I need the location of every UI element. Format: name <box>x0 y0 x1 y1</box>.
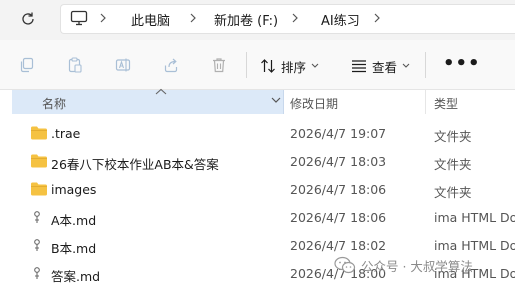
wechat-logo-icon <box>334 256 356 274</box>
file-modified: 2026/4/7 19:07 <box>290 126 387 141</box>
column-modified-label[interactable]: 修改日期 <box>290 95 338 112</box>
sort-menu[interactable]: 排序 <box>260 56 319 76</box>
chevron-right-icon <box>370 9 384 27</box>
file-name: .trae <box>51 126 81 141</box>
view-label: 查看 <box>372 59 398 75</box>
file-type: 文件夹 <box>434 157 472 172</box>
sort-ascending-icon <box>155 88 167 95</box>
markdown-file-icon <box>34 239 40 251</box>
file-row[interactable]: A本.md 2026/4/7 18:06 ima HTML Do <box>12 204 515 232</box>
delete-button[interactable] <box>209 55 229 75</box>
column-divider[interactable] <box>425 90 426 114</box>
watermark-text: 公众号 · 大叔学算法 <box>361 258 473 274</box>
chevron-down-icon <box>311 63 319 68</box>
refresh-button[interactable] <box>14 7 42 31</box>
chevron-down-icon <box>402 63 410 68</box>
command-bar: 排序 查看 ••• <box>0 40 515 90</box>
file-name: A本.md <box>51 213 97 228</box>
trash-icon <box>213 58 225 73</box>
breadcrumb-this-pc[interactable]: 此电脑 <box>131 10 170 29</box>
sort-label: 排序 <box>281 59 307 75</box>
refresh-icon <box>22 12 34 25</box>
folder-icon <box>31 154 47 168</box>
file-modified: 2026/4/7 18:06 <box>290 210 387 225</box>
file-name: B本.md <box>51 241 97 256</box>
markdown-file-icon <box>34 211 40 223</box>
share-icon <box>164 58 178 73</box>
view-icon <box>352 60 366 73</box>
copy-button[interactable] <box>17 55 37 75</box>
toolbar-divider <box>425 52 426 78</box>
file-name: images <box>51 182 97 197</box>
column-header-row: 名称 修改日期 类型 <box>12 88 515 114</box>
file-row[interactable]: images 2026/4/7 18:06 文件夹 <box>12 176 515 204</box>
file-type: ima HTML Do <box>434 210 515 225</box>
file-row[interactable]: .trae 2026/4/7 19:07 文件夹 <box>12 120 515 148</box>
breadcrumb-folder[interactable]: AI练习 <box>321 10 360 29</box>
address-row: 此电脑 新加卷 (F:) AI练习 <box>0 0 515 40</box>
paste-button[interactable] <box>65 55 85 75</box>
chevron-right-icon <box>96 9 110 27</box>
file-type: ima HTML Do <box>434 238 515 253</box>
breadcrumb-drive[interactable]: 新加卷 (F:) <box>214 10 278 29</box>
column-type-label[interactable]: 类型 <box>434 95 458 112</box>
file-type: 文件夹 <box>434 185 472 200</box>
share-button[interactable] <box>161 55 181 75</box>
watermark: 公众号 · 大叔学算法 <box>334 254 473 276</box>
toolbar-divider <box>246 52 247 78</box>
file-modified: 2026/4/7 18:03 <box>290 154 387 169</box>
file-modified: 2026/4/7 18:06 <box>290 182 387 197</box>
sort-icon <box>261 59 275 73</box>
file-type: 文件夹 <box>434 129 472 144</box>
file-modified: 2026/4/7 18:02 <box>290 238 387 253</box>
file-row[interactable]: 26春八下校本作业AB本&答案 2026/4/7 18:03 文件夹 <box>12 148 515 176</box>
more-options-button[interactable]: ••• <box>443 55 481 73</box>
folder-icon <box>31 126 47 140</box>
markdown-file-icon <box>34 267 40 279</box>
file-name: 26春八下校本作业AB本&答案 <box>51 157 219 172</box>
clipboard-icon <box>68 57 82 73</box>
rename-icon <box>115 58 131 72</box>
rename-button[interactable] <box>113 55 133 75</box>
chevron-right-icon <box>288 9 302 27</box>
file-name: 答案.md <box>51 269 101 284</box>
chevron-down-icon[interactable] <box>271 97 281 104</box>
this-pc-icon[interactable] <box>68 8 90 28</box>
chevron-right-icon <box>186 9 200 27</box>
column-name-label: 名称 <box>42 97 67 111</box>
view-menu[interactable]: 查看 <box>351 56 410 76</box>
folder-icon <box>31 182 47 196</box>
copy-icon <box>20 57 34 73</box>
